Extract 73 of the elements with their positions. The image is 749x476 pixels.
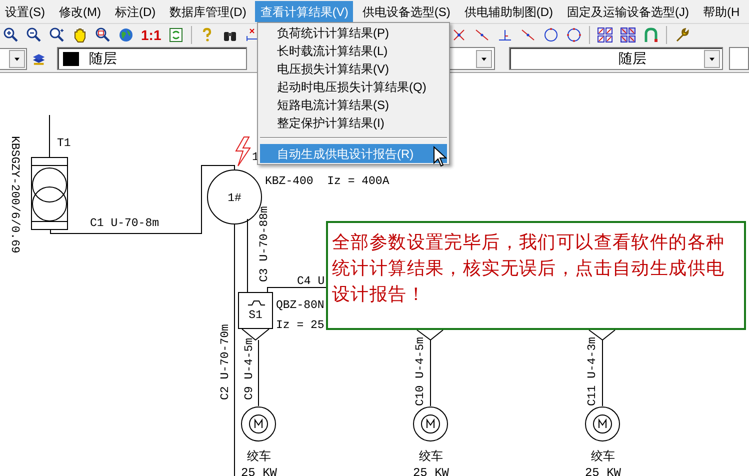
menu-item[interactable]: 负荷统计计算结果(P) — [260, 24, 447, 42]
line-icon[interactable] — [520, 26, 536, 42]
color-swatch — [62, 52, 79, 66]
zoom-icon[interactable] — [49, 26, 65, 42]
menu-item[interactable]: 数据库管理(D) — [164, 1, 252, 22]
color-field[interactable]: 随层 — [56, 47, 247, 70]
grid-icon[interactable] — [620, 26, 636, 42]
cable-label: C2 U-70-70m — [219, 324, 232, 400]
zoom-window-icon[interactable] — [95, 26, 111, 42]
wrench-icon[interactable] — [674, 26, 690, 42]
diagram-label: T1 — [57, 137, 71, 150]
linetype-field-value: 随层 — [618, 49, 646, 68]
dropdown-button[interactable] — [476, 50, 492, 68]
motor-drawing — [585, 406, 620, 442]
menu-item[interactable]: 长时载流计算结果(L) — [260, 42, 447, 60]
color-field-value: 随层 — [88, 49, 117, 68]
note-text: 全部参数设置完毕后，我们可以查看软件的各种统计计算结果，核实无误后，点击自动生成供电设计报告！ — [332, 231, 726, 306]
wire — [258, 340, 259, 406]
globe-icon[interactable] — [118, 26, 134, 42]
dropdown-button[interactable] — [704, 50, 720, 68]
motor-name: 绞车 — [591, 449, 615, 463]
hand-icon[interactable] — [72, 26, 88, 42]
starter-rating: Iz = 25 — [276, 319, 324, 332]
cursor-icon — [433, 146, 447, 167]
switch-rating: KBZ-400 Iz = 400A — [265, 175, 390, 188]
line-icon[interactable] — [474, 26, 490, 42]
menu-item[interactable]: 帮助(H — [698, 1, 745, 22]
motor-name: 绞车 — [419, 449, 443, 463]
vertical-label: KBSGZY-200/6/0.69 — [8, 136, 21, 254]
wire — [49, 114, 50, 158]
menu-item[interactable]: 短路电流计算结果(S) — [260, 96, 447, 114]
circle-icon[interactable] — [543, 26, 560, 42]
motor-symbol-icon — [426, 418, 434, 428]
motor-power: 25 KW — [241, 466, 277, 476]
menu-item[interactable]: 供电设备选型(S) — [357, 1, 456, 22]
dropdown-button[interactable] — [9, 50, 26, 68]
menu-item[interactable]: 整定保护计算结果(I) — [260, 114, 447, 132]
cable-label: C9 U-4-5m — [243, 338, 256, 400]
motor-power: 25 KW — [413, 466, 449, 476]
zoom-in-icon[interactable] — [3, 26, 19, 42]
cross-icon[interactable] — [451, 26, 468, 42]
menu-item[interactable]: 修改(M) — [54, 1, 106, 22]
circle-icon[interactable] — [566, 26, 582, 42]
menu-item[interactable]: 供电辅助制图(D) — [459, 1, 558, 22]
dropdown-field[interactable] — [0, 48, 28, 70]
scale-button[interactable]: 1:1 — [141, 28, 162, 42]
linetype-field[interactable]: 随层 — [508, 47, 724, 70]
cable-label: C4 U — [297, 275, 325, 288]
menu-item[interactable]: 固定及运输设备选型(J) — [562, 1, 694, 22]
motor-name: 绞车 — [247, 449, 271, 463]
menu-item[interactable]: 设置(S) — [0, 1, 50, 22]
motor-symbol-icon — [598, 418, 606, 428]
motor-power: 25 KW — [585, 466, 621, 476]
dropdown-field[interactable] — [729, 47, 749, 70]
refresh-icon[interactable] — [168, 26, 184, 42]
cable-label: C10 U-4-5m — [414, 336, 427, 406]
zoom-out-icon[interactable] — [26, 26, 42, 42]
menu-item[interactable]: 电压损失计算结果(V) — [260, 60, 447, 78]
motor-symbol-icon — [254, 418, 262, 428]
menu-item[interactable]: 标注(D) — [110, 1, 161, 22]
grid-icon[interactable] — [597, 26, 614, 42]
cable-label: C11 U-4-3m — [586, 336, 599, 406]
motor-drawing — [241, 406, 276, 442]
cable-label: C1 U-70-8m — [90, 217, 160, 230]
switch-label: 1# — [228, 192, 242, 205]
starter-model: QBZ-80N — [276, 299, 324, 312]
wire — [267, 287, 326, 292]
lightning-icon — [235, 136, 251, 166]
menu-item[interactable]: 起动时电压损失计算结果(Q) — [260, 78, 447, 96]
starter-label: S1 — [248, 309, 262, 322]
magnet-icon[interactable] — [643, 26, 660, 42]
cable-label: C3 U-70-88m — [258, 206, 271, 282]
motor-drawing — [413, 406, 448, 442]
